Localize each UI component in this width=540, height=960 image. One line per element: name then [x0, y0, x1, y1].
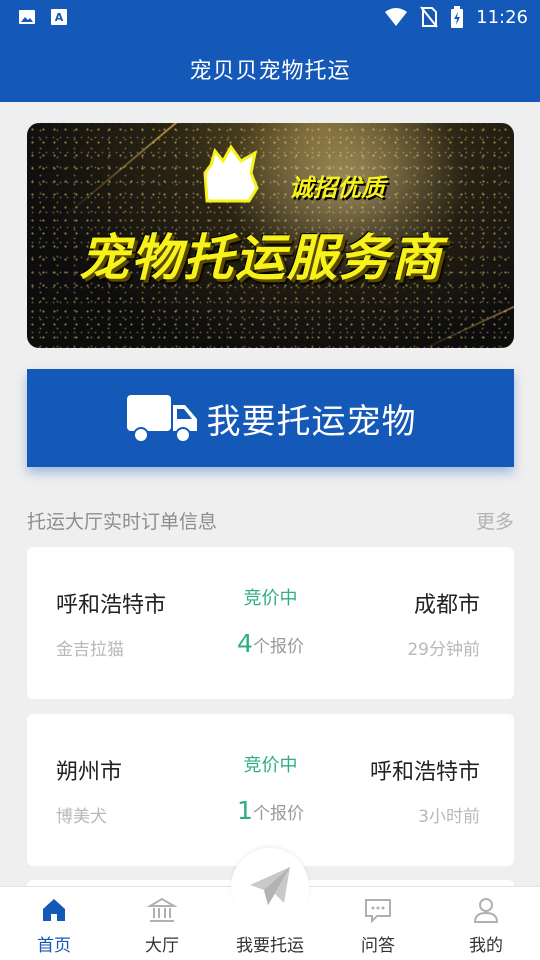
bank-icon [147, 897, 177, 922]
status-bar: A 11:26 [0, 0, 540, 36]
nav-item-qa[interactable]: 问答 [324, 887, 432, 960]
text-a-icon: A [51, 9, 67, 25]
user-icon [473, 898, 499, 923]
wifi-icon [385, 8, 408, 26]
carousel-indicator[interactable] [253, 322, 263, 332]
home-icon [43, 899, 65, 921]
orders-section-header: 托运大厅实时订单信息 更多 [27, 505, 514, 535]
no-sim-icon [420, 6, 438, 28]
battery-charging-icon [451, 6, 464, 28]
promo-banner[interactable]: 诚招优质 宠物托运服务商 [27, 123, 514, 348]
ship-pet-button-label: 我要托运宠物 [206, 401, 417, 442]
ship-pet-button[interactable]: 我要托运宠物 [27, 369, 514, 467]
nav-label: 我的 [469, 936, 503, 956]
page-title: 宠贝贝宠物托运 [189, 59, 351, 84]
quote-number: 4 [237, 629, 253, 658]
section-title: 托运大厅实时订单信息 [27, 510, 218, 533]
nav-label: 首页 [37, 936, 71, 956]
ship-center-button[interactable] [231, 848, 309, 926]
more-link[interactable]: 更多 [476, 507, 514, 534]
quote-suffix: 个报价 [252, 804, 304, 824]
banner-headline: 宠物托运服务商 [79, 229, 443, 287]
image-icon [19, 10, 35, 24]
banner-subtitle: 诚招优质 [289, 174, 385, 202]
order-destination: 呼和浩特市 [369, 760, 480, 785]
nav-label: 我要托运 [236, 936, 304, 956]
nav-label: 大厅 [145, 936, 179, 956]
order-destination: 成都市 [413, 593, 480, 618]
order-time: 3小时前 [418, 807, 480, 827]
status-time: 11:26 [476, 6, 528, 28]
quote-number: 1 [237, 796, 253, 825]
chat-icon [365, 899, 391, 924]
quote-suffix: 个报价 [252, 637, 304, 657]
paper-plane-icon [250, 867, 290, 905]
nav-item-me[interactable]: 我的 [432, 887, 540, 960]
app-bar: 宠贝贝宠物托运 [0, 36, 540, 102]
svg-text:A: A [55, 11, 64, 24]
order-time: 29分钟前 [407, 640, 480, 660]
nav-item-hall[interactable]: 大厅 [108, 887, 216, 960]
nav-label: 问答 [361, 936, 395, 956]
order-card[interactable]: 朔州市 竞价中 呼和浩特市 博美犬 1个报价 3小时前 [27, 714, 514, 866]
truck-icon [126, 395, 197, 443]
order-card[interactable]: 呼和浩特市 竞价中 成都市 金吉拉猫 4个报价 29分钟前 [27, 547, 514, 699]
nav-item-home[interactable]: 首页 [0, 887, 108, 960]
banner-logo-icon [203, 144, 259, 203]
